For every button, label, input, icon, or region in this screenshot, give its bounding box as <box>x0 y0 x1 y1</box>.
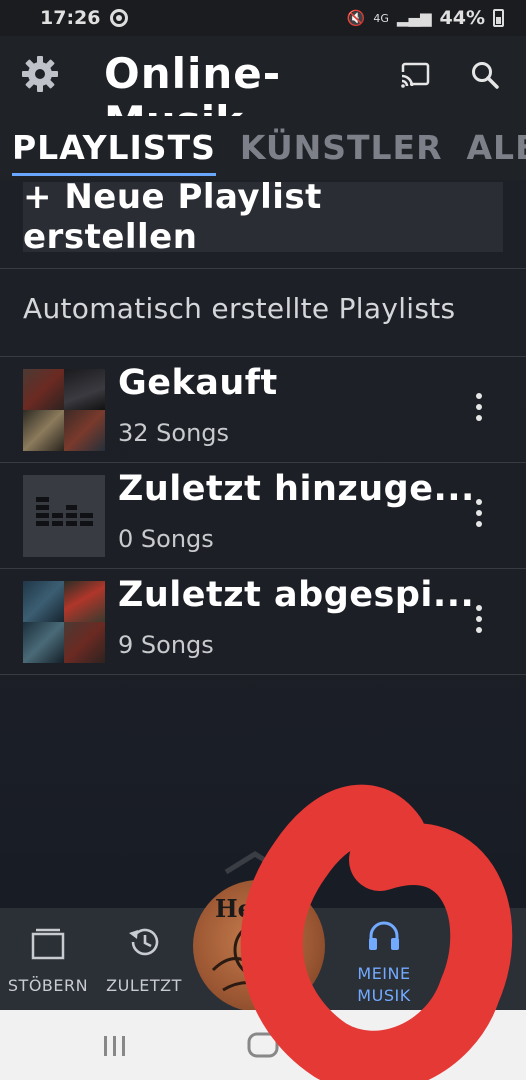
nav-label: A <box>454 976 466 995</box>
app-title-overflow: Musik <box>104 98 243 116</box>
cast-icon[interactable] <box>400 62 430 88</box>
gear-icon[interactable] <box>20 54 60 94</box>
signal-icon: ▂▄▆ <box>396 9 432 27</box>
headphones-icon <box>369 921 399 950</box>
app-title: Online- <box>104 49 282 98</box>
system-navigation-bar <box>0 1010 526 1080</box>
playlist-title: Gekauft <box>118 363 278 403</box>
mute-icon: 🔇 <box>346 9 366 27</box>
playlist-song-count: 32 Songs <box>118 419 230 447</box>
chevron-up-icon[interactable] <box>222 850 288 874</box>
playlist-row-gekauft[interactable]: Gekauft 32 Songs <box>0 357 526 463</box>
album-collage-thumbnail <box>23 581 105 663</box>
back-icon[interactable] <box>398 1034 422 1058</box>
more-vert-icon[interactable] <box>470 393 488 427</box>
playlist-title: Zuletzt abgespi... <box>118 575 475 615</box>
equalizer-icon <box>36 497 93 526</box>
browse-icon <box>31 928 65 960</box>
network-type: 4G <box>373 11 389 25</box>
playlist-song-count: 9 Songs <box>118 631 214 659</box>
section-title: Automatisch erstellte Playlists <box>23 292 456 325</box>
nav-label: MEINE <box>357 964 411 983</box>
nav-label: STÖBERN <box>7 976 89 995</box>
tab-playlists[interactable]: PLAYLISTS <box>0 118 228 178</box>
tab-alben[interactable]: ALBEN <box>455 118 526 178</box>
recent-apps-icon[interactable] <box>100 1034 130 1058</box>
search-icon[interactable] <box>470 60 500 90</box>
divider <box>0 674 526 675</box>
nav-item-partial[interactable]: A <box>440 908 480 1010</box>
nav-item-stoebern[interactable]: STÖBERN <box>0 908 96 1010</box>
tab-kuenstler[interactable]: KÜNSTLER <box>228 118 455 178</box>
equalizer-thumbnail <box>23 475 105 557</box>
playlist-row-zuletzt-abgespielt[interactable]: Zuletzt abgespi... 9 Songs <box>0 569 526 675</box>
more-vert-icon[interactable] <box>470 499 488 533</box>
tab-bar: PLAYLISTS KÜNSTLER ALBEN <box>0 116 526 180</box>
battery-icon <box>493 9 504 27</box>
home-icon[interactable] <box>243 1030 283 1060</box>
playlist-row-zuletzt-hinzugefuegt[interactable]: Zuletzt hinzuge... 0 Songs <box>0 463 526 569</box>
status-bar: 17:26 🔇 4G ▂▄▆ 44% <box>0 0 526 36</box>
more-vert-icon[interactable] <box>470 605 488 639</box>
history-icon <box>129 928 159 956</box>
battery-percent: 44% <box>439 7 485 29</box>
new-playlist-button[interactable]: + Neue Playlist erstellen <box>23 177 503 257</box>
nav-item-zuletzt[interactable]: ZULETZT <box>96 908 192 1010</box>
nav-label-line2: MUSIK <box>357 986 411 1005</box>
artwork-drawing <box>211 920 295 992</box>
playlist-song-count: 0 Songs <box>118 525 214 553</box>
now-playing-artwork[interactable]: Hesf <box>193 880 325 1012</box>
app-bar: Online- Musik <box>0 36 526 116</box>
nav-label: ZULETZT <box>106 976 182 995</box>
chrome-icon <box>110 9 129 27</box>
clock: 17:26 <box>40 7 101 29</box>
status-icons: 🔇 4G ▂▄▆ 44% <box>347 7 504 29</box>
divider <box>0 268 526 269</box>
playlist-title: Zuletzt hinzuge... <box>118 469 475 509</box>
album-collage-thumbnail <box>23 369 105 451</box>
nav-item-meine-musik[interactable]: MEINE MUSIK <box>334 908 434 1010</box>
